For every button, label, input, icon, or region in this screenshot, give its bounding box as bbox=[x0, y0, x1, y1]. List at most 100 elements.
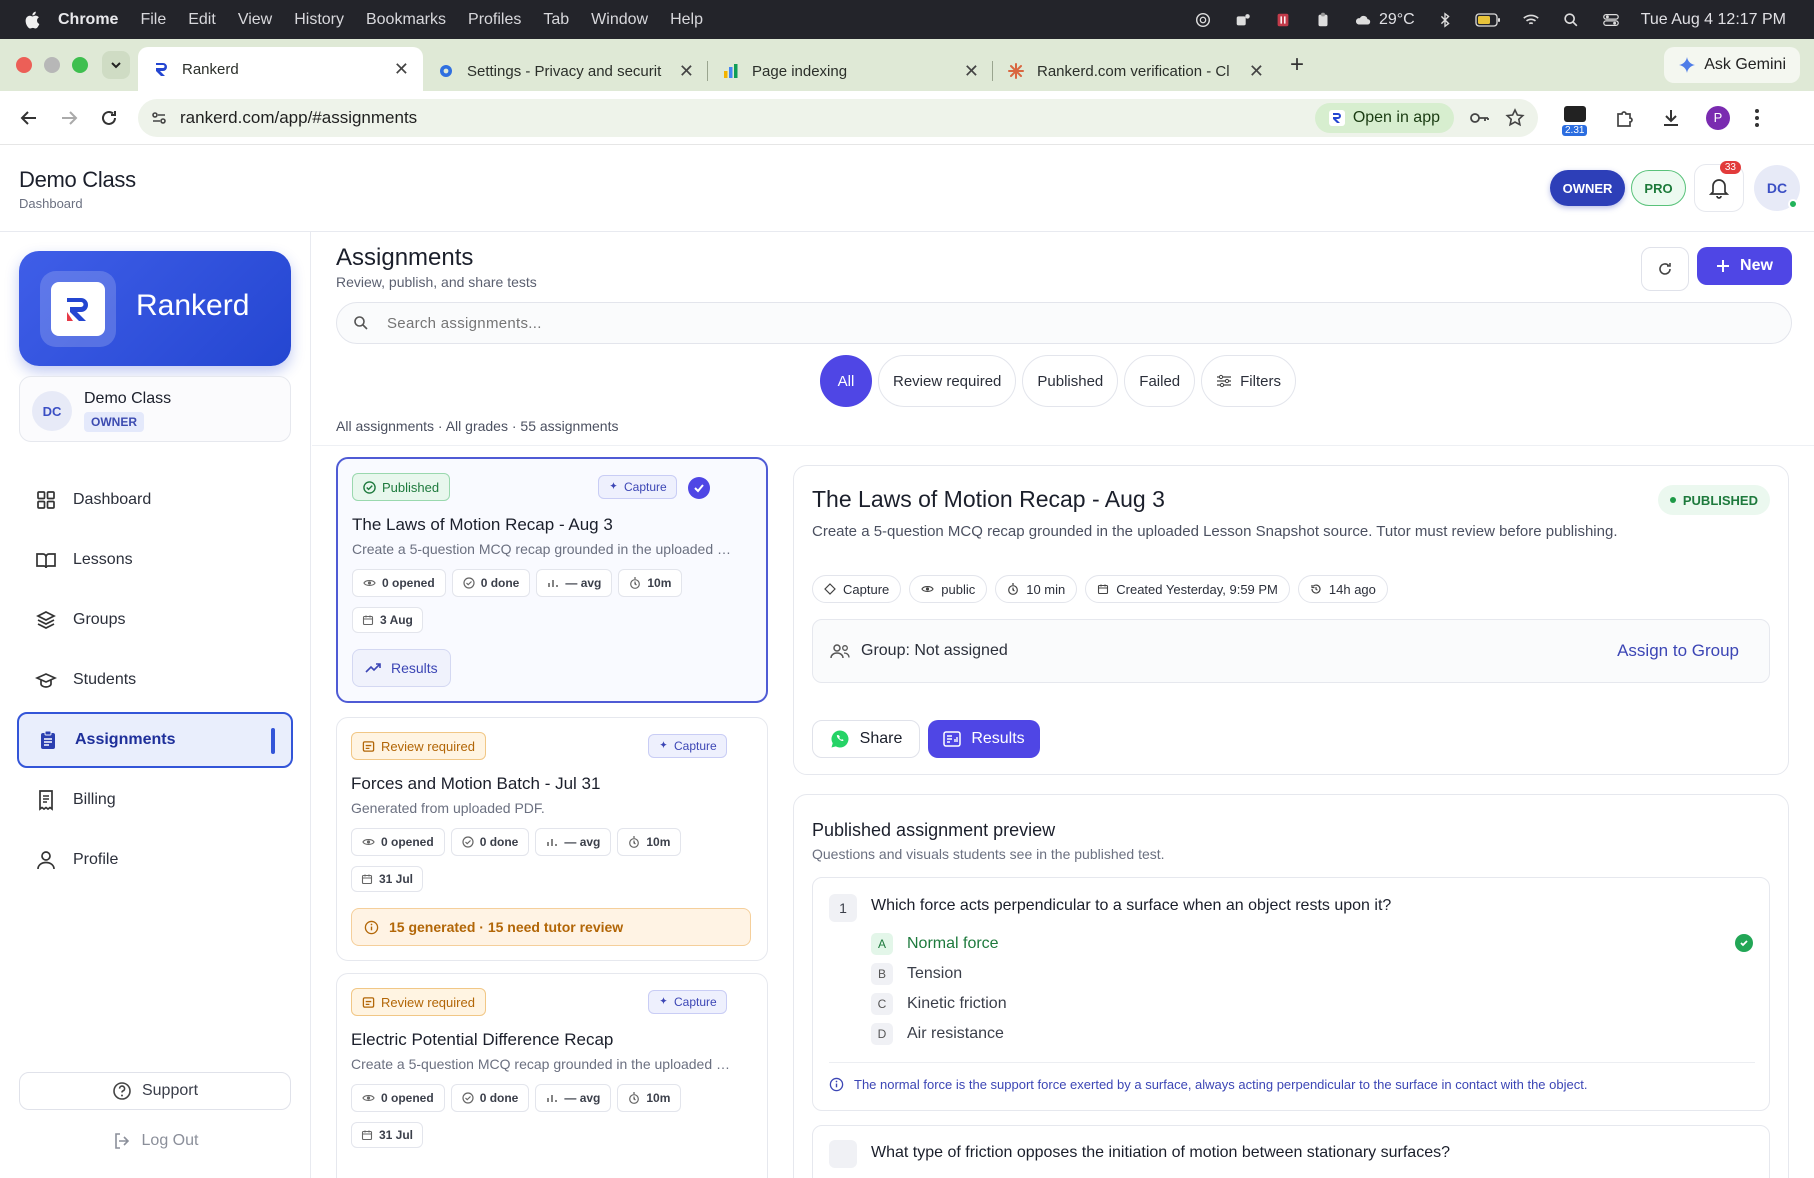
share-button[interactable]: Share bbox=[812, 720, 920, 758]
wifi-icon[interactable] bbox=[1521, 11, 1541, 29]
logout-button[interactable]: Log Out bbox=[19, 1122, 291, 1160]
download-icon[interactable] bbox=[1660, 107, 1682, 129]
close-tab-icon[interactable]: ✕ bbox=[394, 59, 409, 80]
sidebar-item-label: Billing bbox=[73, 791, 116, 808]
extension-button[interactable]: 2.31 bbox=[1562, 104, 1590, 136]
source-label: Capture bbox=[674, 995, 717, 1009]
class-switcher[interactable]: DC Demo Class OWNER bbox=[19, 376, 291, 442]
source-badge: Capture bbox=[648, 734, 727, 758]
clipboard-tray-icon[interactable] bbox=[1313, 11, 1333, 29]
menu-edit[interactable]: Edit bbox=[188, 11, 216, 29]
filter-published[interactable]: Published bbox=[1022, 355, 1119, 407]
menu-view[interactable]: View bbox=[238, 11, 272, 29]
option-text: Tension bbox=[907, 965, 963, 982]
site-info-icon[interactable] bbox=[150, 109, 168, 127]
layers-icon bbox=[36, 611, 56, 629]
spotlight-icon[interactable] bbox=[1561, 11, 1581, 29]
card-results-button[interactable]: Results bbox=[352, 649, 451, 687]
receipt-icon bbox=[39, 790, 53, 811]
menu-tab[interactable]: Tab bbox=[543, 11, 569, 29]
sparkle-icon bbox=[659, 740, 668, 748]
menu-history[interactable]: History bbox=[294, 11, 344, 29]
assign-to-group-link[interactable]: Assign to Group bbox=[1617, 641, 1739, 661]
reload-icon[interactable] bbox=[98, 107, 120, 129]
sidebar-item-profile[interactable]: Profile bbox=[17, 830, 293, 890]
assignment-card[interactable]: Review required Capture Electric Potenti… bbox=[336, 973, 768, 1178]
assignment-card[interactable]: Review required Capture Forces and Motio… bbox=[336, 717, 768, 961]
history-icon bbox=[1311, 584, 1321, 594]
ask-gemini-button[interactable]: Ask Gemini bbox=[1664, 47, 1800, 83]
assignment-card[interactable]: Published Capture The Laws of Motion Rec… bbox=[336, 457, 768, 703]
tab-rankerd[interactable]: Rankerd ✕ bbox=[138, 47, 423, 91]
sidebar-item-label: Assignments bbox=[75, 731, 176, 748]
openai-icon[interactable] bbox=[1193, 11, 1213, 29]
forward-arrow-icon[interactable] bbox=[58, 107, 80, 129]
menubar-clock[interactable]: Tue Aug 4 12:17 PM bbox=[1641, 11, 1786, 29]
check-circle-icon bbox=[462, 836, 474, 848]
filter-review-required[interactable]: Review required bbox=[878, 355, 1017, 407]
results-button[interactable]: Results bbox=[928, 720, 1040, 758]
menu-profiles[interactable]: Profiles bbox=[468, 11, 521, 29]
bookmark-star-icon[interactable] bbox=[1504, 107, 1526, 129]
close-window-button[interactable] bbox=[16, 57, 32, 73]
search-bar[interactable] bbox=[336, 302, 1792, 344]
sidebar-item-assignments[interactable]: Assignments bbox=[17, 712, 293, 768]
filter-failed[interactable]: Failed bbox=[1124, 355, 1196, 407]
sidebar-item-students[interactable]: Students bbox=[17, 650, 293, 710]
user-avatar[interactable]: DC bbox=[1754, 165, 1800, 211]
search-input[interactable] bbox=[387, 314, 1587, 332]
main-content: Assignments Review, publish, and share t… bbox=[312, 232, 1814, 1178]
sidebar-item-billing[interactable]: Billing bbox=[17, 770, 293, 830]
tab-search-button[interactable] bbox=[102, 51, 130, 79]
tab-verification[interactable]: Rankerd.com verification - Cl ✕ bbox=[993, 51, 1278, 91]
menu-help[interactable]: Help bbox=[670, 11, 703, 29]
selected-check[interactable] bbox=[688, 477, 710, 499]
notifications-button[interactable]: 33 bbox=[1694, 161, 1744, 212]
open-in-app-button[interactable]: Open in app bbox=[1314, 102, 1454, 133]
brand-card[interactable]: Rankerd bbox=[19, 251, 291, 366]
new-tab-button[interactable]: + bbox=[1290, 51, 1304, 79]
review-warning[interactable]: 15 generated · 15 need tutor review bbox=[351, 908, 751, 946]
bar-chart-icon bbox=[547, 839, 558, 846]
minimize-window-button[interactable] bbox=[44, 57, 60, 73]
vpn-icon[interactable] bbox=[1273, 11, 1293, 29]
menu-bookmarks[interactable]: Bookmarks bbox=[366, 11, 446, 29]
teams-icon[interactable] bbox=[1233, 11, 1253, 29]
close-tab-icon[interactable]: ✕ bbox=[679, 61, 694, 82]
sidebar-item-groups[interactable]: Groups bbox=[17, 590, 293, 650]
zoom-window-button[interactable] bbox=[72, 57, 88, 73]
address-url[interactable]: rankerd.com/app/#assignments bbox=[180, 108, 1315, 128]
stat-avg: — avg bbox=[535, 1084, 612, 1112]
pro-plan-pill[interactable]: PRO bbox=[1631, 170, 1686, 206]
sidebar-item-dashboard[interactable]: Dashboard bbox=[17, 470, 293, 530]
close-tab-icon[interactable]: ✕ bbox=[1249, 61, 1264, 82]
menu-app-name[interactable]: Chrome bbox=[58, 11, 118, 29]
support-button[interactable]: Support bbox=[19, 1072, 291, 1110]
filter-all[interactable]: All bbox=[820, 355, 872, 407]
check-circle-icon bbox=[462, 1092, 474, 1104]
new-assignment-button[interactable]: New bbox=[1697, 247, 1792, 285]
card-date: 31 Jul bbox=[351, 1122, 424, 1148]
menu-file[interactable]: File bbox=[140, 11, 166, 29]
kebab-menu-icon[interactable] bbox=[1754, 108, 1760, 128]
bluetooth-icon[interactable] bbox=[1435, 11, 1455, 29]
brand-name: Rankerd bbox=[136, 289, 250, 322]
menu-window[interactable]: Window bbox=[591, 11, 648, 29]
profile-avatar[interactable]: P bbox=[1706, 105, 1730, 130]
apple-icon[interactable] bbox=[22, 9, 44, 31]
puzzle-icon[interactable] bbox=[1614, 107, 1636, 129]
tab-page-indexing[interactable]: Page indexing ✕ bbox=[708, 51, 993, 91]
assignment-detail-panel: The Laws of Motion Recap - Aug 3 PUBLISH… bbox=[793, 465, 1789, 775]
control-center-icon[interactable] bbox=[1601, 11, 1621, 29]
refresh-button[interactable] bbox=[1641, 247, 1689, 291]
battery-icon[interactable] bbox=[1475, 11, 1501, 29]
sidebar-item-lessons[interactable]: Lessons bbox=[17, 530, 293, 590]
close-tab-icon[interactable]: ✕ bbox=[964, 61, 979, 82]
address-bar[interactable]: rankerd.com/app/#assignments Open in app bbox=[138, 98, 1538, 137]
back-arrow-icon[interactable] bbox=[18, 107, 40, 129]
tab-settings[interactable]: Settings - Privacy and securit ✕ bbox=[423, 51, 708, 91]
key-icon[interactable] bbox=[1468, 107, 1490, 129]
breadcrumb[interactable]: Dashboard bbox=[19, 196, 83, 211]
filters-button[interactable]: Filters bbox=[1201, 355, 1296, 407]
weather[interactable]: 29°C bbox=[1353, 11, 1415, 29]
